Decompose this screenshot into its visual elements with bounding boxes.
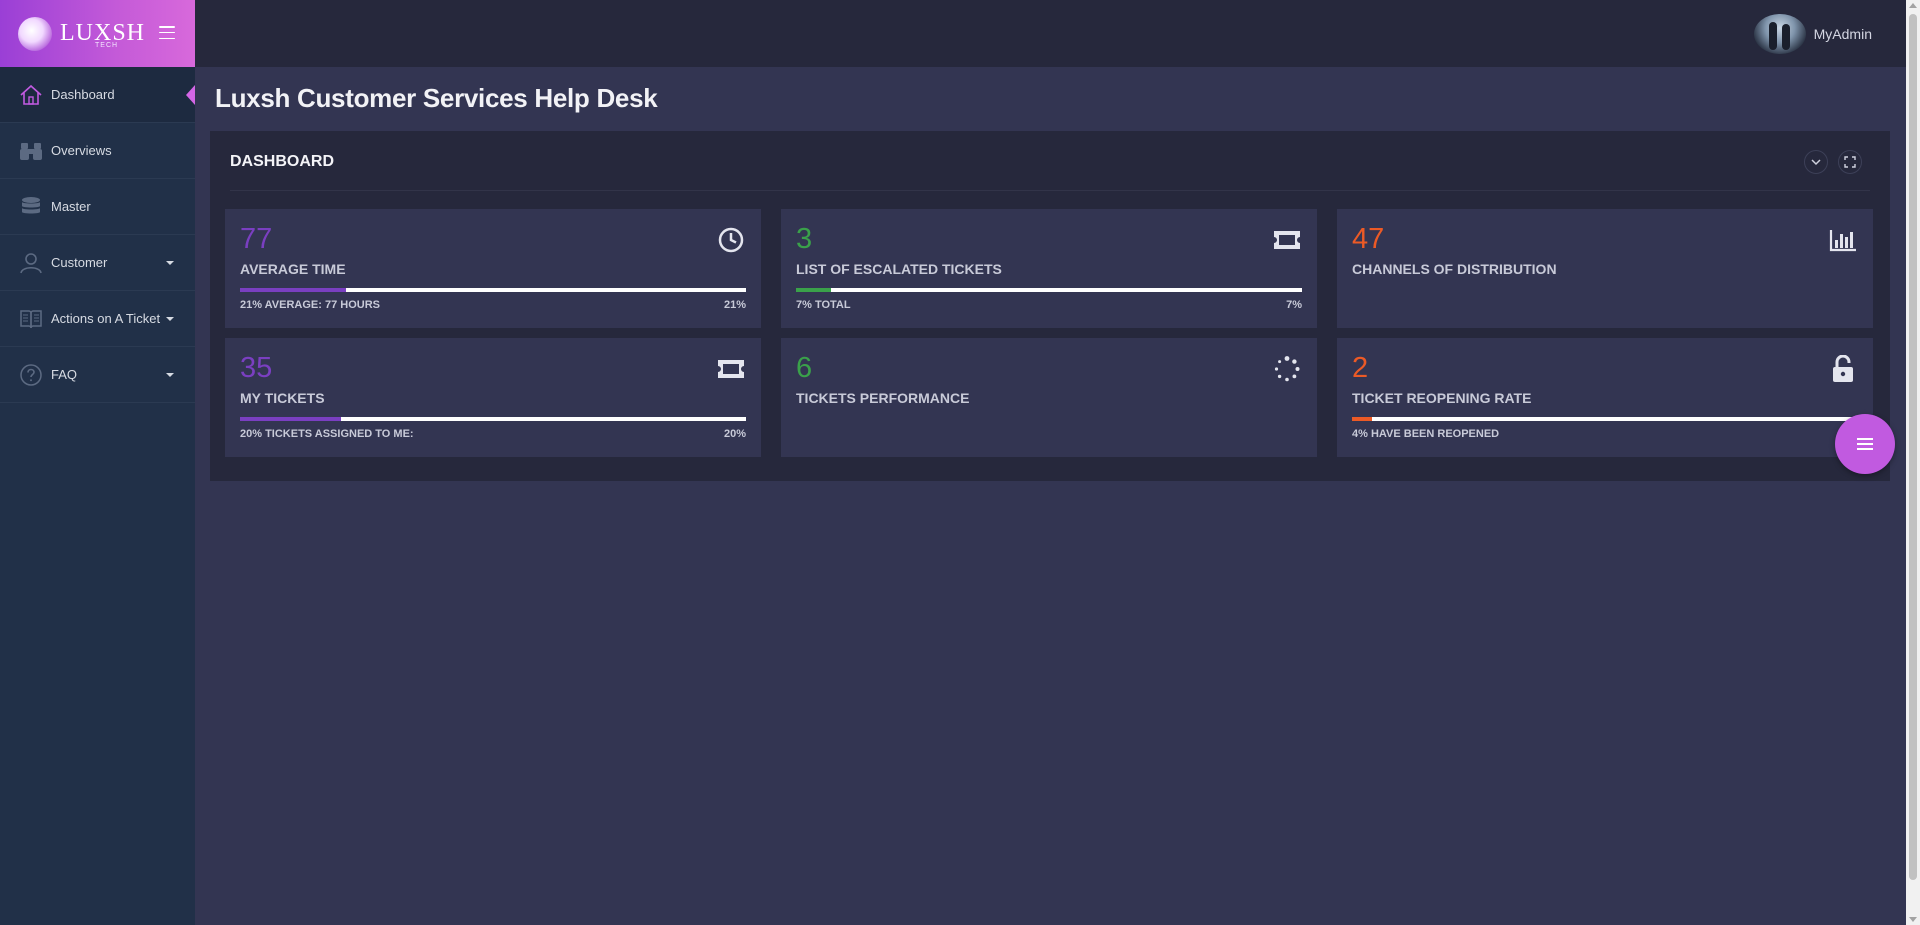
binoculars-icon (18, 139, 44, 163)
sidebar-item-customer[interactable]: Customer (0, 235, 195, 291)
panel-header: DASHBOARD (230, 131, 1870, 191)
stat-tile-escalated-tickets[interactable]: 3 LIST OF ESCALATED TICKETS 7% TOTAL 7% (781, 209, 1317, 328)
stat-footnote: 20% TICKETS ASSIGNED TO ME: (240, 428, 414, 440)
progress-bar (240, 417, 746, 421)
user-menu[interactable]: MyAdmin (1753, 14, 1872, 54)
progress-fill (240, 417, 342, 421)
stat-value: 77 (240, 223, 273, 255)
sidebar-item-faq[interactable]: FAQ (0, 347, 195, 403)
sidebar-item-label: Dashboard (51, 87, 115, 102)
stat-label: MY TICKETS (240, 390, 325, 406)
sidebar-item-overviews[interactable]: Overviews (0, 123, 195, 179)
stat-footnote: 4% HAVE BEEN REOPENED (1352, 428, 1500, 440)
stat-label: LIST OF ESCALATED TICKETS (796, 261, 1002, 277)
sidebar-item-actions-on-a-ticket[interactable]: Actions on A Ticket (0, 291, 195, 347)
sidebar: LUXSH TECH Dashboard Overviews Master Cu… (0, 0, 195, 925)
stat-value: 3 (796, 223, 813, 255)
stat-tile-ticket-reopening-rate[interactable]: 2 TICKET REOPENING RATE 4% HAVE BEEN REO… (1337, 338, 1873, 457)
scroll-down-icon[interactable] (1909, 917, 1917, 922)
stat-tile-my-tickets[interactable]: 35 MY TICKETS 20% TICKETS ASSIGNED TO ME… (225, 338, 761, 457)
stat-tiles: 77 AVERAGE TIME 21% AVERAGE: 77 HOURS 21… (225, 209, 1875, 457)
sidebar-toggle-icon[interactable] (159, 26, 175, 39)
expand-icon (1844, 156, 1856, 168)
sidebar-nav: Dashboard Overviews Master Customer Acti… (0, 67, 195, 403)
user-name: MyAdmin (1813, 26, 1872, 42)
ticket-icon (716, 354, 746, 384)
book-icon (18, 307, 44, 331)
brand-logo-icon (18, 16, 52, 51)
sidebar-item-label: Customer (51, 255, 108, 270)
ticket-icon (1272, 225, 1302, 255)
dashboard-panel: DASHBOARD 77 AVERAGE TIME 21% AVERAGE: 7… (210, 131, 1890, 481)
stat-percent: 7% (1286, 299, 1302, 311)
progress-bar (796, 288, 1302, 292)
progress-fill (796, 288, 832, 292)
progress-fill (1352, 417, 1373, 421)
stat-value: 47 (1352, 223, 1385, 255)
stat-value: 6 (796, 352, 813, 384)
home-icon (18, 83, 44, 107)
progress-bar (240, 288, 746, 292)
stat-label: TICKET REOPENING RATE (1352, 390, 1532, 406)
sidebar-item-label: Actions on A Ticket (51, 311, 161, 326)
page-scrollbar[interactable] (1906, 0, 1920, 925)
stat-tile-tickets-performance[interactable]: 6 TICKETS PERFORMANCE (781, 338, 1317, 457)
stat-label: AVERAGE TIME (240, 261, 346, 277)
question-circle-icon (18, 363, 44, 387)
chevron-down-icon (166, 317, 174, 321)
progress-bar (1352, 417, 1858, 421)
chevron-down-icon (166, 261, 174, 265)
unlock-icon (1828, 354, 1858, 384)
scroll-up-icon[interactable] (1909, 3, 1917, 8)
stat-value: 35 (240, 352, 273, 384)
sidebar-item-label: FAQ (51, 367, 78, 382)
panel-title: DASHBOARD (230, 153, 334, 170)
stat-tile-channels-of-distribution[interactable]: 47 CHANNELS OF DISTRIBUTION (1337, 209, 1873, 328)
progress-fill (240, 288, 347, 292)
stat-tile-average-time[interactable]: 77 AVERAGE TIME 21% AVERAGE: 77 HOURS 21… (225, 209, 761, 328)
top-bar: MyAdmin (195, 0, 1920, 67)
stat-value: 2 (1352, 352, 1369, 384)
fullscreen-panel-button[interactable] (1838, 150, 1862, 174)
stat-percent: 21% (723, 299, 746, 311)
floating-menu-button[interactable] (1835, 414, 1895, 474)
sidebar-item-label: Master (51, 199, 91, 214)
clock-icon (716, 225, 746, 255)
spinner-icon (1272, 354, 1302, 384)
stat-footnote: 21% AVERAGE: 77 HOURS (240, 299, 380, 311)
stat-percent: 20% (723, 428, 746, 440)
chevron-down-icon (1811, 159, 1821, 166)
sidebar-item-label: Overviews (51, 143, 112, 158)
page-title: Luxsh Customer Services Help Desk (215, 83, 658, 113)
sidebar-item-master[interactable]: Master (0, 179, 195, 235)
bar-chart-icon (1828, 225, 1858, 255)
stat-label: TICKETS PERFORMANCE (796, 390, 970, 406)
collapse-panel-button[interactable] (1804, 150, 1828, 174)
menu-icon (1857, 438, 1873, 450)
stat-footnote: 7% TOTAL (796, 299, 851, 311)
sidebar-item-dashboard[interactable]: Dashboard (0, 67, 195, 123)
avatar[interactable] (1753, 14, 1806, 54)
chevron-down-icon (166, 373, 174, 377)
stat-label: CHANNELS OF DISTRIBUTION (1352, 261, 1557, 277)
brand-header: LUXSH TECH (0, 0, 195, 67)
database-icon (18, 195, 44, 219)
brand-subtitle: TECH (95, 42, 119, 49)
scrollbar-thumb[interactable] (1909, 14, 1917, 880)
user-icon (18, 251, 44, 275)
